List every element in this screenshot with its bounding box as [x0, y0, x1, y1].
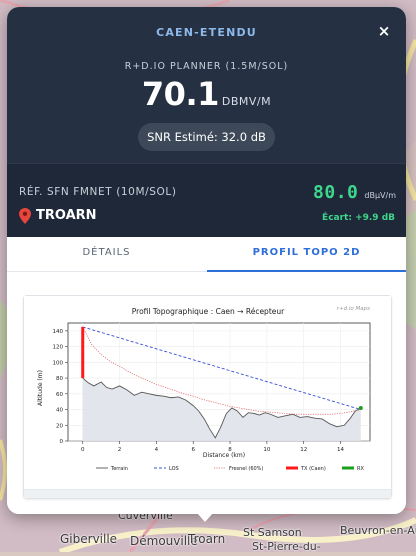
tab-profile-topo-2d[interactable]: PROFIL TOPO 2D — [207, 237, 406, 272]
x-tick-label: 6 — [191, 447, 195, 453]
chart-title: Profil Topographique : Caen → Récepteur — [132, 307, 285, 316]
tab-bar: DÉTAILS PROFIL TOPO 2D — [7, 237, 406, 272]
tab-details[interactable]: DÉTAILS — [7, 237, 206, 270]
source-label: R+D.IO PLANNER (1.5M/SOL) — [124, 61, 289, 72]
popup-title: CAEN-ETENDU — [156, 26, 257, 39]
x-tick-label: 0 — [81, 447, 85, 453]
legend-label: LOS — [169, 466, 179, 472]
y-axis-label: Altitude (m) — [37, 370, 44, 406]
field-strength-value: 70.1 — [141, 75, 219, 113]
reference-section: RÉF. SFN FMNET (10M/SOL) TROARN 80.0 dBµV… — [7, 163, 406, 238]
rx-point — [358, 405, 363, 410]
field-strength: 70.1 DBMV/M — [7, 75, 406, 113]
reference-unit: dBµV/m — [364, 191, 396, 200]
map-label: Troarn — [188, 532, 226, 546]
reference-label: RÉF. SFN FMNET (10M/SOL) — [19, 186, 177, 198]
reference-city: TROARN — [36, 208, 97, 223]
legend-label: Fresnel (60%) — [229, 466, 263, 472]
x-tick-label: 14 — [337, 447, 344, 453]
x-tick-label: 10 — [263, 447, 270, 453]
tab-content: 0 2 4 6 8 10 12 14 0 20 40 60 80 100 120 140 Profil Top… — [7, 272, 406, 514]
chart-watermark: r+d.io Maps — [337, 306, 370, 312]
station-popup: CAEN-ETENDU × R+D.IO PLANNER (1.5M/SOL) … — [7, 7, 406, 514]
profile-chart-card: 0 2 4 6 8 10 12 14 0 20 40 60 80 100 120 140 Profil Top… — [23, 295, 392, 499]
map-label: Giberville — [60, 532, 118, 546]
close-icon[interactable]: × — [378, 22, 391, 40]
reference-city-row: TROARN — [19, 205, 97, 224]
popup-pointer — [197, 513, 213, 522]
map-label: St Samson — [243, 526, 302, 539]
y-tick-label: 100 — [53, 360, 64, 366]
legend-label: Terrain — [110, 466, 128, 472]
y-tick-label: 60 — [56, 392, 63, 398]
y-tick-label: 80 — [56, 376, 63, 382]
reference-delta: Écart: +9.9 dB — [322, 213, 395, 223]
profile-chart: 0 2 4 6 8 10 12 14020406080100120140 Profil Top… — [24, 296, 391, 490]
x-axis-label: Distance (km) — [203, 452, 245, 459]
reference-value-row: 80.0 dBµV/m — [313, 182, 396, 203]
field-strength-unit: DBMV/M — [221, 95, 272, 108]
legend-label: TX (Caen) — [300, 466, 326, 472]
chart-footer — [24, 489, 391, 498]
close-button[interactable]: × — [374, 21, 394, 41]
map-pin-icon — [19, 207, 31, 224]
popup-header: CAEN-ETENDU × R+D.IO PLANNER (1.5M/SOL) … — [7, 7, 406, 163]
reference-value: 80.0 — [313, 182, 359, 203]
map-label: Beuvron-en-Aug — [340, 524, 416, 537]
legend-label: RX — [357, 466, 364, 472]
snr-badge: SNR Estimé: 32.0 dB — [138, 123, 275, 151]
y-tick-label: 20 — [56, 423, 63, 429]
y-tick-label: 120 — [53, 345, 64, 351]
x-tick-label: 2 — [118, 447, 122, 453]
x-tick-label: 12 — [300, 447, 307, 453]
x-tick-label: 4 — [155, 447, 159, 453]
map-label: St-Pierre-du- — [252, 540, 321, 553]
y-tick-label: 140 — [53, 329, 64, 335]
y-tick-label: 0 — [60, 439, 64, 445]
y-tick-label: 40 — [56, 408, 63, 414]
